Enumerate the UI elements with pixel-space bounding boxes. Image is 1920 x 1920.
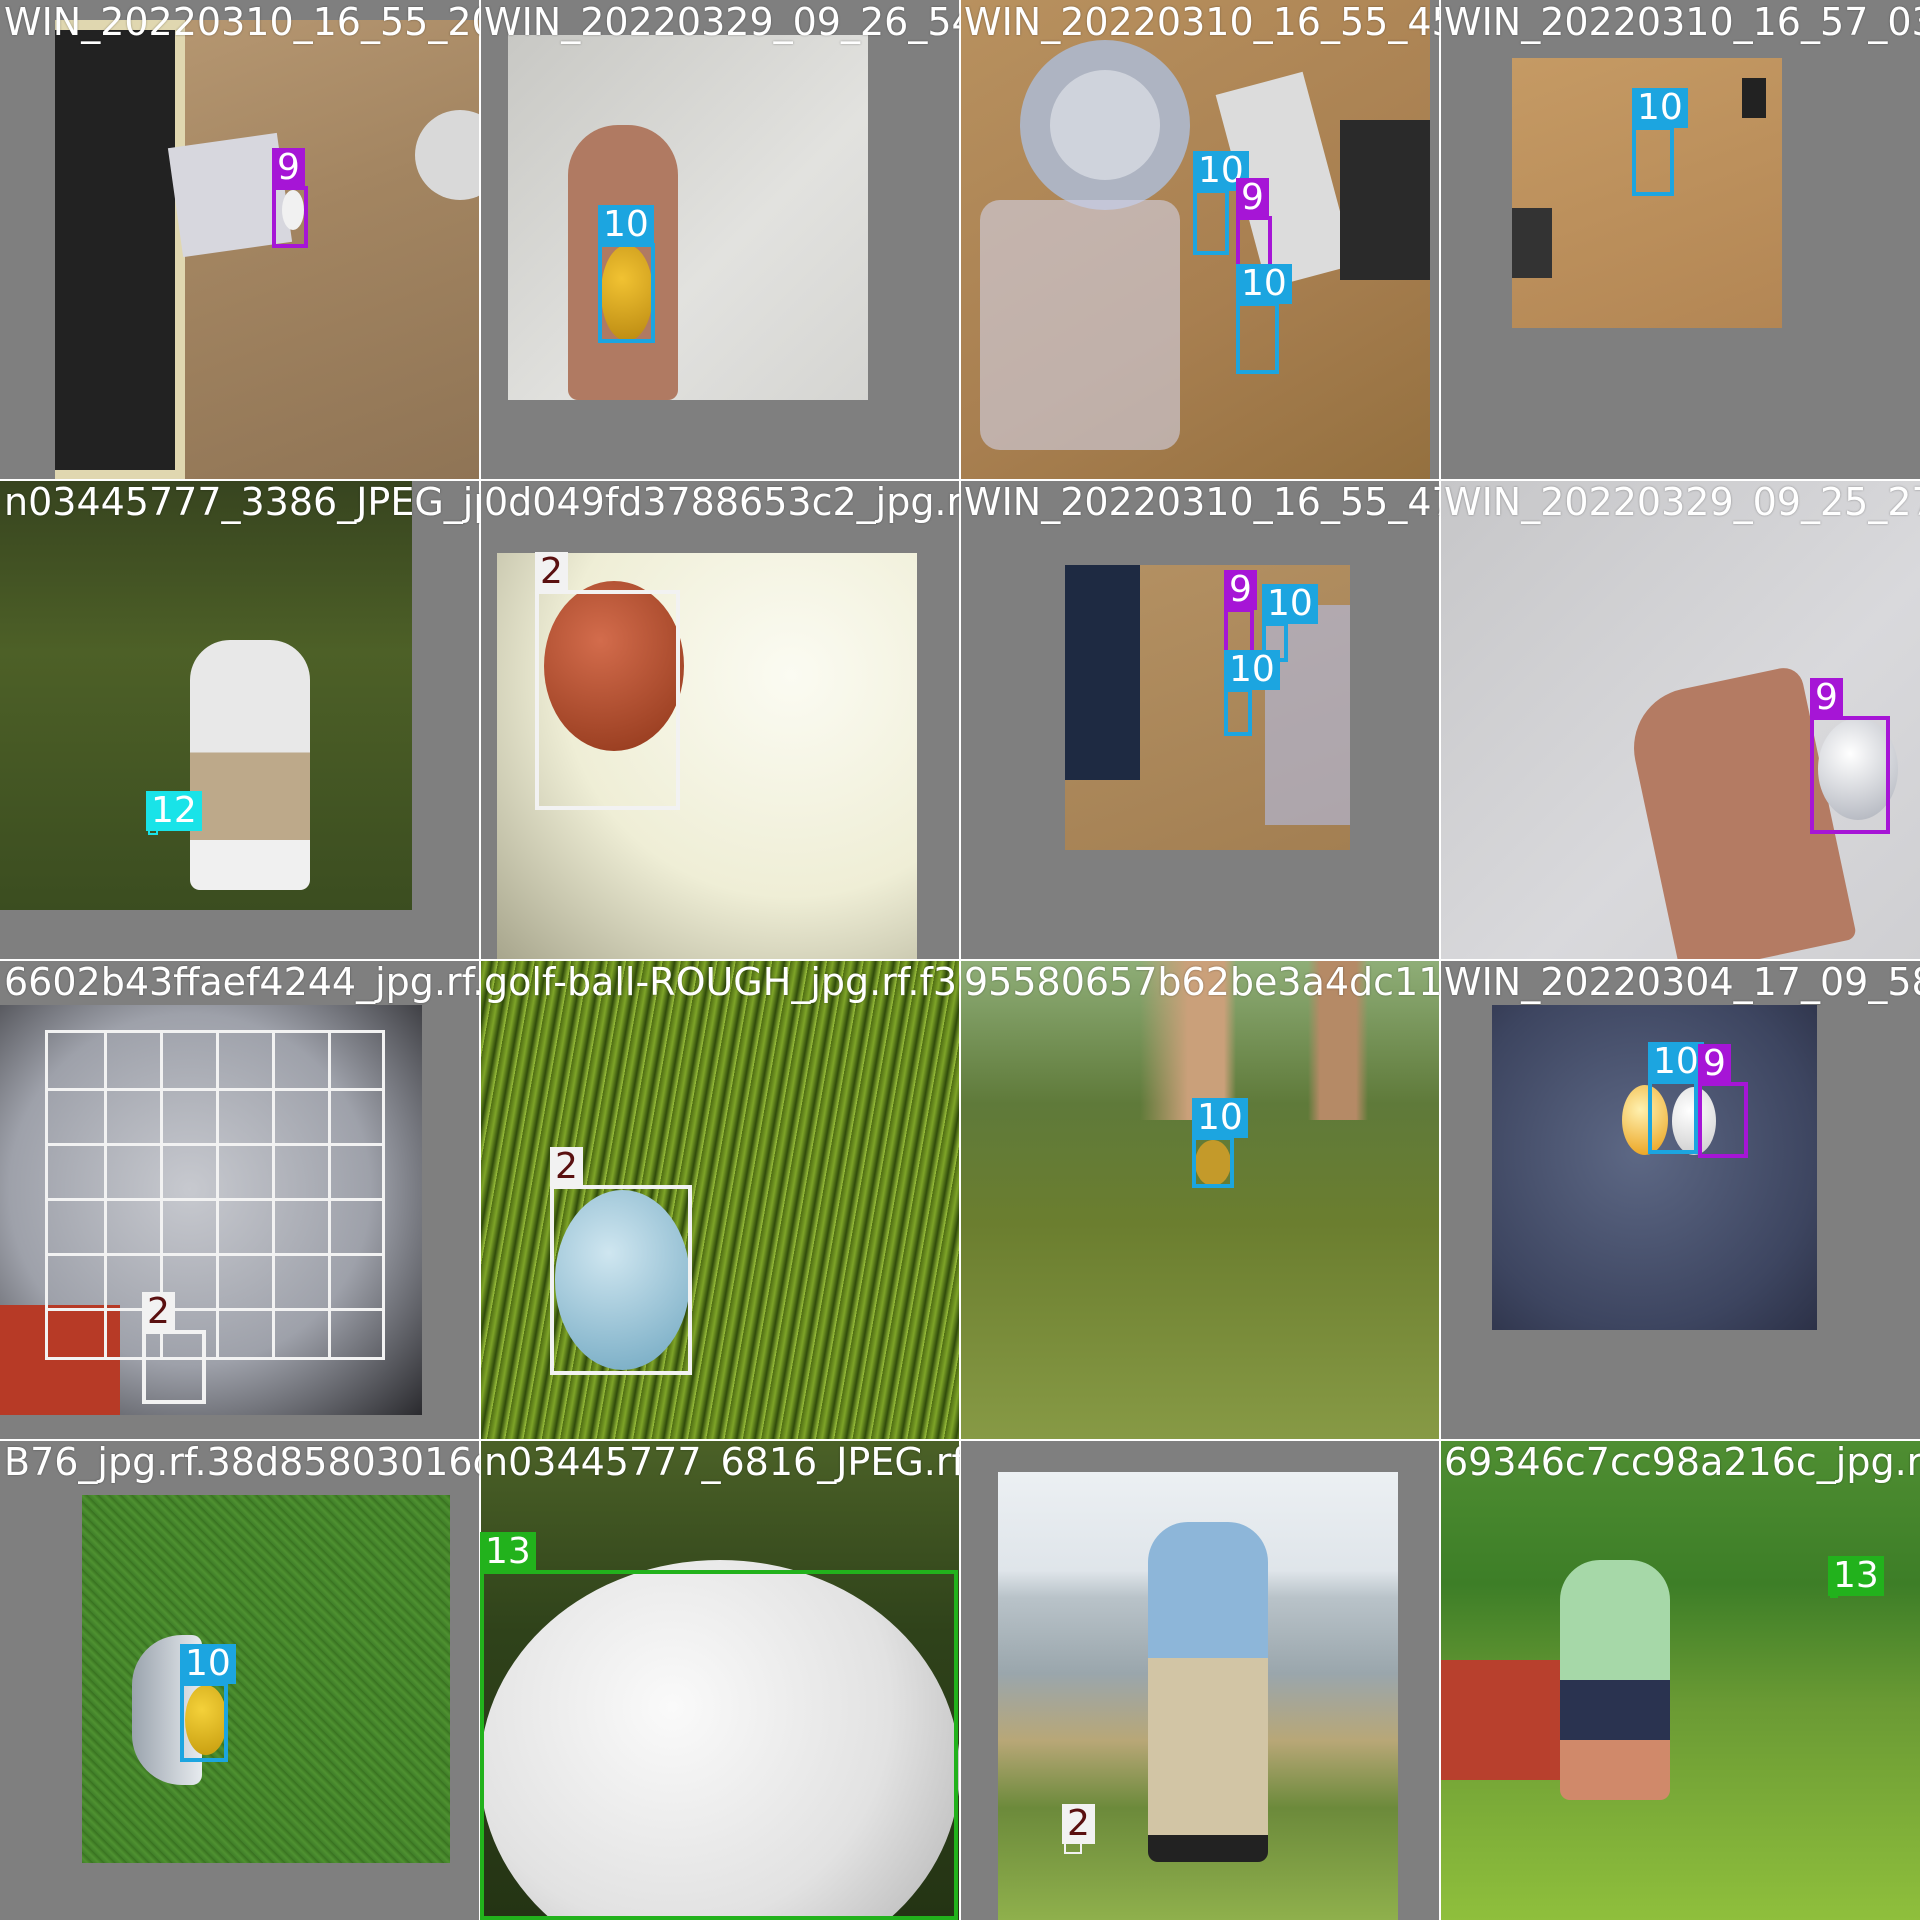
tile-title: 69346c7cc98a216c_jpg.rf.c0 (1444, 1440, 1920, 1484)
golfer-shape (1148, 1522, 1268, 1862)
detection-box: 10 (180, 1644, 236, 1762)
detection-box: 10 (1632, 88, 1688, 196)
detection-box: 10 (1192, 1098, 1248, 1188)
detection-label: 2 (550, 1147, 583, 1187)
detection-label: 13 (480, 1532, 536, 1572)
tile-title: WIN_20220310_16_57_03_Pro_jpg.rf. (1444, 0, 1920, 44)
detection-label: 10 (1648, 1042, 1704, 1082)
tile-photo (55, 20, 480, 480)
tile-photo (998, 1472, 1398, 1920)
detection-label: 9 (1224, 570, 1257, 610)
detection-label: 13 (1828, 1556, 1884, 1596)
detection-label: 10 (598, 205, 654, 245)
detection-label: 10 (1262, 584, 1318, 624)
detection-box: 10 (1236, 264, 1292, 374)
tile-title: 95580657b62be3a4dc1124 (964, 960, 1440, 1004)
tile-title: WIN_20220310_16_55_45_Pro_jpg.rf. (964, 0, 1440, 44)
detection-box: 13 (1828, 1556, 1884, 1598)
tile-7: 9 WIN_20220329_09_25_27_Pro_jpg.rf. (1440, 480, 1920, 960)
detection-box: 2 (142, 1292, 206, 1404)
tile-1: 10 WIN_20220329_09_26_54_Pro_jpg.rf. (480, 0, 960, 480)
keyboard-shape (1340, 120, 1430, 280)
detection-label: 10 (1632, 88, 1688, 128)
tile-title: WIN_20220304_17_09_58_ (1444, 960, 1920, 1004)
tile-12: 10 B76_jpg.rf.38d85803016ca1 (0, 1440, 480, 1920)
detection-box: 10 (598, 205, 655, 343)
tile-2: 10 9 10 WIN_20220310_16_55_45_Pro_jpg.rf… (960, 0, 1440, 480)
detection-box: 9 (1698, 1044, 1748, 1158)
tile-0: 9 WIN_20220310_16_55_20_Pro_jpg.rf. (0, 0, 480, 480)
laptop-shape (1065, 565, 1140, 780)
detection-box: 13 (480, 1532, 958, 1920)
detection-box: 9 (272, 148, 308, 248)
tile-9: 2 golf-ball-ROUGH_jpg.rf.f36 (480, 960, 960, 1440)
tray-shape (980, 200, 1180, 450)
laptop-shape (55, 20, 185, 480)
detection-label: 9 (1698, 1044, 1731, 1084)
stapler-shape (1512, 208, 1552, 278)
tile-title: 6602b43ffaef4244_jpg.rf.55 (4, 960, 480, 1004)
tile-5: 2 0d049fd3788653c2_jpg.rf.4 (480, 480, 960, 960)
cable-shape (1742, 78, 1766, 118)
golfer-shape (190, 640, 310, 890)
tile-title: WIN_20220310_16_55_47_Pro_jpg.rf. (964, 480, 1440, 524)
tile-title: n03445777_6816_JPEG.rf.5a (484, 1440, 960, 1484)
detection-box: 2 (550, 1147, 692, 1375)
detection-label: 9 (1810, 678, 1843, 718)
tile-title: B76_jpg.rf.38d85803016ca1 (4, 1440, 480, 1484)
tile-title: WIN_20220329_09_25_27_Pro_jpg.rf. (1444, 480, 1920, 524)
tile-photo (508, 35, 868, 400)
detection-box: 12 (146, 791, 202, 835)
detection-label: 10 (1192, 1098, 1248, 1138)
detection-label: 2 (535, 552, 568, 592)
tile-15: 13 69346c7cc98a216c_jpg.rf.c0 (1440, 1440, 1920, 1920)
tile-photo (0, 480, 412, 910)
tile-photo (82, 1495, 450, 1863)
detection-box: 9 (1810, 678, 1890, 834)
tile-title: n03445777_3386_JPEG_jpg.rf. (4, 480, 480, 524)
tile-title: WIN_20220329_09_26_54_Pro_jpg.rf. (484, 0, 960, 44)
detection-label: 9 (1236, 178, 1269, 218)
detection-mosaic: 9 WIN_20220310_16_55_20_Pro_jpg.rf. 10 W… (0, 0, 1920, 1920)
detection-label: 10 (180, 1644, 236, 1684)
tape-roll-shape (415, 110, 480, 200)
detection-label: 10 (1224, 650, 1280, 690)
detection-label: 12 (146, 791, 202, 831)
detection-label: 9 (272, 148, 305, 188)
tile-title: golf-ball-ROUGH_jpg.rf.f36 (484, 960, 960, 1004)
detection-box: 10 (1193, 151, 1249, 255)
tile-title: 0d049fd3788653c2_jpg.rf.4 (484, 480, 960, 524)
detection-label: 2 (142, 1292, 175, 1332)
ball-cluster-boxes (45, 1030, 385, 1360)
tile-6: 9 10 10 WIN_20220310_16_55_47_Pro_jpg.rf… (960, 480, 1440, 960)
tile-photo (960, 960, 1440, 1440)
detection-box: 10 (1648, 1042, 1704, 1154)
tile-title: WIN_20220310_16_55_20_Pro_jpg.rf. (4, 0, 480, 44)
tile-11: 10 9 WIN_20220304_17_09_58_ (1440, 960, 1920, 1440)
detection-box: 10 (1224, 650, 1280, 736)
tile-10: 10 95580657b62be3a4dc1124 (960, 960, 1440, 1440)
detection-label: 10 (1236, 264, 1292, 304)
tile-3: 10 WIN_20220310_16_57_03_Pro_jpg.rf. (1440, 0, 1920, 480)
tile-13: 13 n03445777_6816_JPEG.rf.5a (480, 1440, 960, 1920)
detection-label: 2 (1062, 1804, 1095, 1844)
tile-14: 2 (960, 1440, 1440, 1920)
tile-4: 12 n03445777_3386_JPEG_jpg.rf. (0, 480, 480, 960)
detection-box: 2 (1062, 1804, 1095, 1854)
golfer-shape (1560, 1560, 1670, 1800)
tile-8: 2 6602b43ffaef4244_jpg.rf.55 (0, 960, 480, 1440)
tape-roll-shape (1020, 40, 1190, 210)
tile-photo (1440, 1440, 1920, 1920)
detection-box: 2 (535, 552, 680, 810)
